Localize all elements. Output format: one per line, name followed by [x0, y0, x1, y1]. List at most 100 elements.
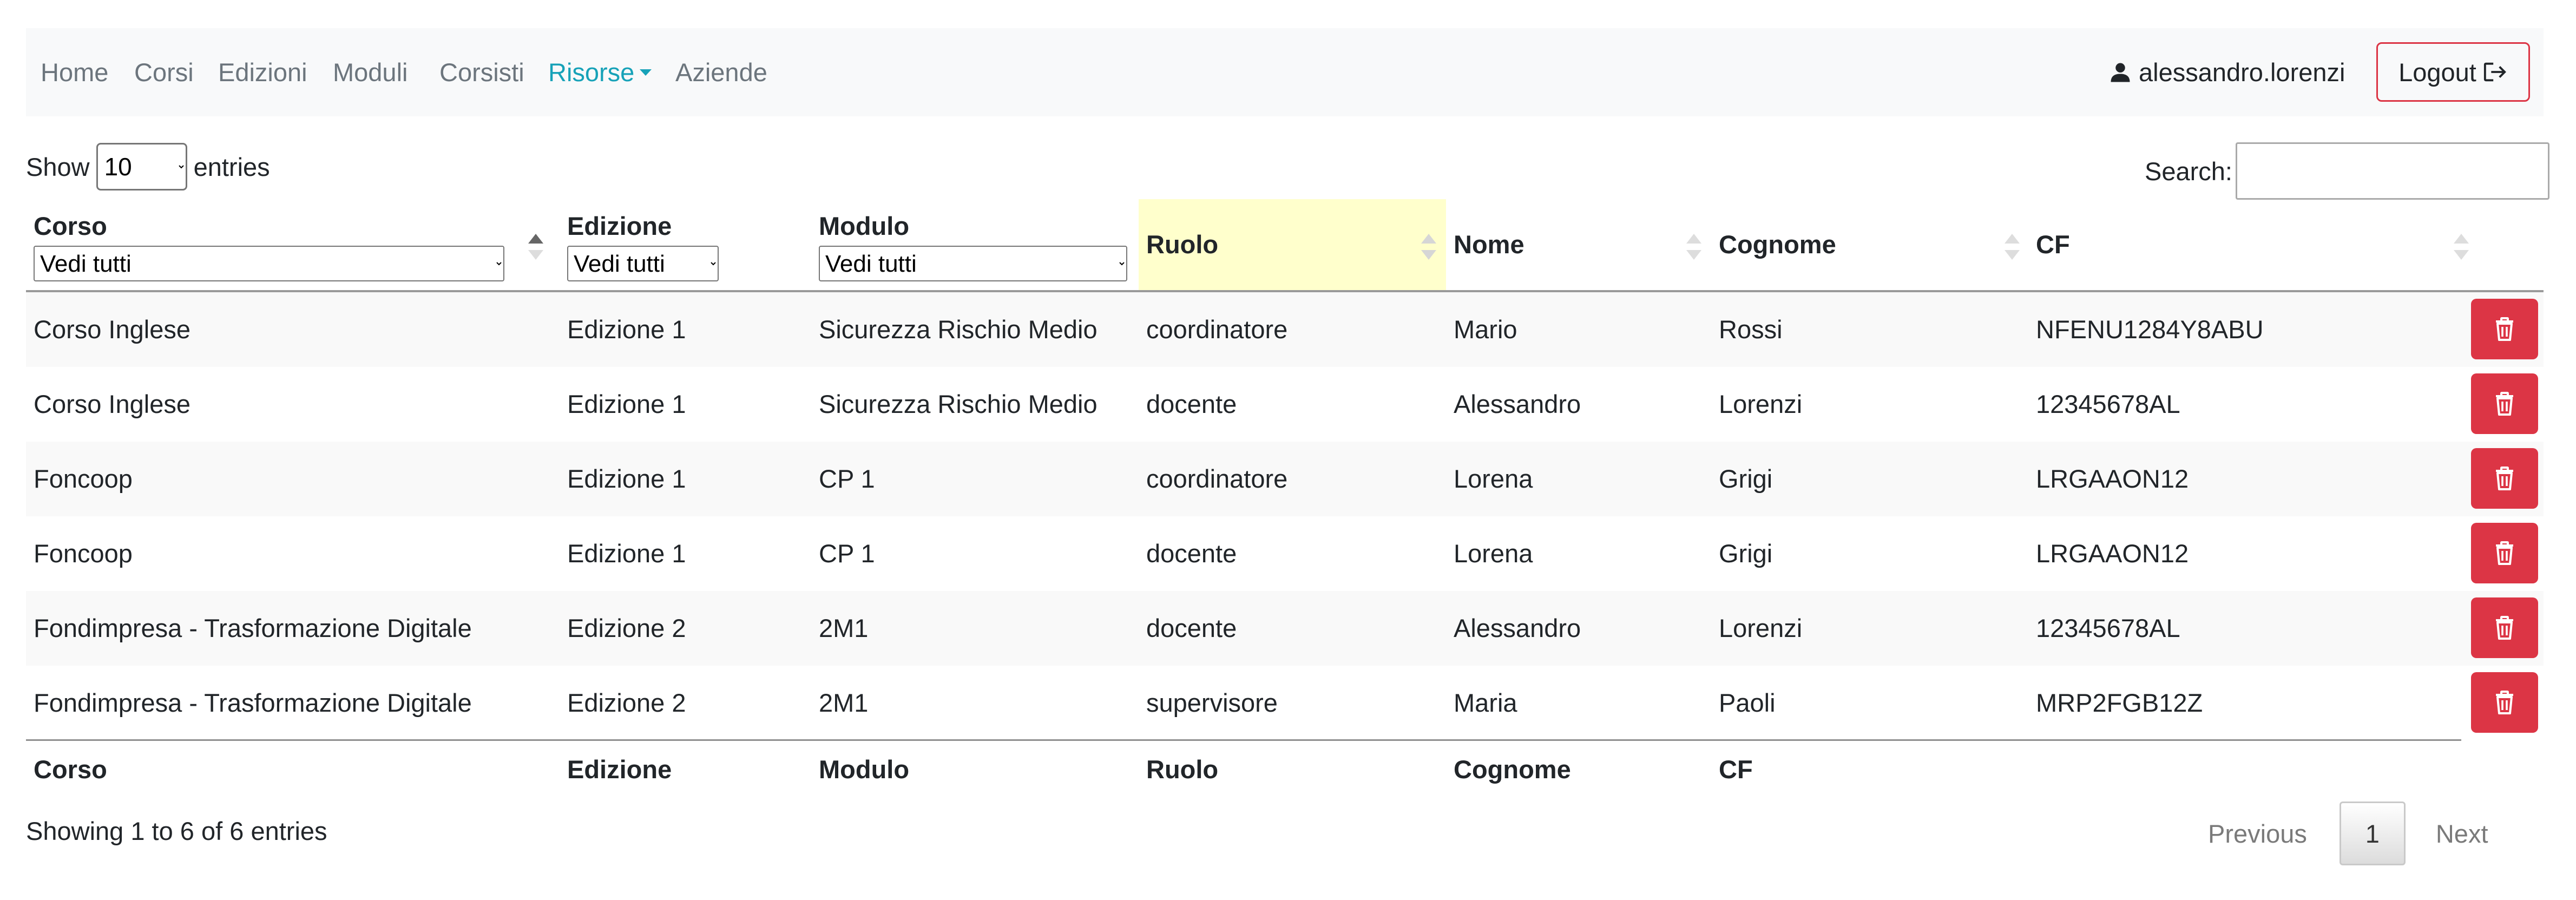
cell-cf: MRP2FGB12Z: [2036, 688, 2203, 717]
cell-modulo: CP 1: [819, 539, 875, 568]
sort-both-icon: [1686, 234, 1701, 260]
header-modulo-label: Modulo: [819, 212, 910, 240]
table-row: Corso Inglese Edizione 1 Sicurezza Risch…: [26, 367, 2544, 442]
username: alessandro.lorenzi: [2139, 58, 2345, 87]
cell-cognome: Grigi: [1719, 539, 1773, 568]
delete-button[interactable]: [2471, 597, 2538, 658]
cell-ruolo: docente: [1146, 390, 1237, 418]
cell-modulo: Sicurezza Rischio Medio: [819, 315, 1098, 344]
filter-modulo-select[interactable]: Vedi tutti: [819, 246, 1127, 281]
cell-cognome: Lorenzi: [1719, 614, 1803, 642]
cell-nome: Lorena: [1454, 464, 1533, 493]
header-edizione[interactable]: Edizione Vedi tutti: [560, 199, 811, 290]
user-info: alessandro.lorenzi: [2110, 28, 2345, 116]
navbar: Home Corsi Edizioni Moduli Corsisti Riso…: [26, 28, 2544, 116]
logout-label: Logout: [2398, 57, 2476, 87]
table-row: Fondimpresa - Trasformazione Digitale Ed…: [26, 591, 2544, 666]
body-divider: [26, 739, 2461, 741]
header-cognome[interactable]: Cognome: [1711, 199, 2028, 290]
header-cf[interactable]: CF: [2028, 199, 2472, 290]
footer-modulo: Modulo: [819, 755, 910, 784]
cell-nome: Lorena: [1454, 539, 1533, 568]
cell-cognome: Rossi: [1719, 315, 1783, 344]
nav-risorse-label: Risorse: [548, 58, 635, 87]
cell-nome: Maria: [1454, 688, 1517, 717]
trash-icon: [2496, 541, 2513, 565]
cell-ruolo: docente: [1146, 614, 1237, 642]
logout-button[interactable]: Logout: [2376, 42, 2530, 102]
nav-moduli[interactable]: Moduli: [333, 28, 408, 116]
table-row: Foncoop Edizione 1 CP 1 docente Lorena G…: [26, 516, 2544, 591]
nav-risorse-dropdown[interactable]: Risorse: [548, 28, 652, 116]
cell-ruolo: coordinatore: [1146, 315, 1288, 344]
cell-modulo: CP 1: [819, 464, 875, 493]
header-cf-label: CF: [2036, 230, 2070, 259]
cell-ruolo: supervisore: [1146, 688, 1278, 717]
nav-edizioni[interactable]: Edizioni: [218, 28, 307, 116]
cell-ruolo: coordinatore: [1146, 464, 1288, 493]
entries-per-page-select[interactable]: 10: [96, 143, 187, 190]
page-1-button[interactable]: 1: [2339, 802, 2406, 865]
cell-corso: Foncoop: [34, 464, 133, 493]
header-cognome-label: Cognome: [1719, 230, 1836, 259]
cell-edizione: Edizione 1: [567, 390, 686, 418]
logout-icon: [2483, 62, 2506, 82]
header-ruolo[interactable]: Ruolo: [1139, 199, 1446, 290]
cell-cognome: Grigi: [1719, 464, 1773, 493]
trash-icon: [2496, 467, 2513, 490]
delete-button[interactable]: [2471, 299, 2538, 359]
search-label: Search:: [2145, 156, 2232, 186]
table-header: Corso Vedi tutti Edizione Vedi tutti Mod…: [26, 199, 2544, 290]
sort-both-icon: [2005, 234, 2020, 260]
delete-button[interactable]: [2471, 523, 2538, 583]
nav-home[interactable]: Home: [41, 28, 108, 116]
header-corso[interactable]: Corso Vedi tutti: [26, 199, 551, 290]
header-edizione-label: Edizione: [567, 212, 672, 240]
footer-ruolo: Ruolo: [1146, 755, 1219, 784]
header-modulo[interactable]: Modulo Vedi tutti: [811, 199, 1139, 290]
cell-cf: 12345678AL: [2036, 390, 2180, 418]
cell-corso: Foncoop: [34, 539, 133, 568]
trash-icon: [2496, 392, 2513, 416]
footer-corso: Corso: [34, 755, 107, 784]
nav-corsi[interactable]: Corsi: [134, 28, 194, 116]
show-label: Show: [26, 152, 90, 181]
cell-nome: Mario: [1454, 315, 1517, 344]
footer-edizione: Edizione: [567, 755, 672, 784]
delete-button[interactable]: [2471, 672, 2538, 733]
header-nome[interactable]: Nome: [1446, 199, 1711, 290]
cell-nome: Alessandro: [1454, 614, 1581, 642]
search-input[interactable]: [2235, 142, 2549, 200]
cell-ruolo: docente: [1146, 539, 1237, 568]
delete-button[interactable]: [2471, 448, 2538, 509]
trash-icon: [2496, 616, 2513, 640]
entries-length-control: Show 10 entries: [26, 142, 270, 192]
trash-icon: [2496, 691, 2513, 714]
trash-icon: [2496, 317, 2513, 341]
caret-down-icon: [640, 69, 652, 76]
delete-button[interactable]: [2471, 373, 2538, 434]
cell-corso: Corso Inglese: [34, 390, 190, 418]
cell-edizione: Edizione 1: [567, 464, 686, 493]
previous-page-button[interactable]: Previous: [2208, 819, 2307, 849]
cell-modulo: Sicurezza Rischio Medio: [819, 390, 1098, 418]
nav-corsisti[interactable]: Corsisti: [439, 28, 524, 116]
header-ruolo-label: Ruolo: [1146, 230, 1219, 259]
cell-cf: LRGAAON12: [2036, 539, 2189, 568]
filter-corso-select[interactable]: Vedi tutti: [34, 246, 504, 281]
search-control: Search:: [2145, 142, 2549, 200]
user-icon: [2111, 63, 2130, 82]
table-row: Fondimpresa - Trasformazione Digitale Ed…: [26, 666, 2544, 740]
table-footer: Corso Edizione Modulo Ruolo Cognome CF: [26, 743, 2544, 797]
cell-corso: Fondimpresa - Trasformazione Digitale: [34, 614, 472, 642]
filter-edizione-select[interactable]: Vedi tutti: [567, 246, 719, 281]
sort-both-icon: [1421, 234, 1436, 260]
nav-aziende[interactable]: Aziende: [675, 28, 767, 116]
cell-cf: NFENU1284Y8ABU: [2036, 315, 2264, 344]
cell-corso: Fondimpresa - Trasformazione Digitale: [34, 688, 472, 717]
cell-edizione: Edizione 1: [567, 315, 686, 344]
footer-cf: CF: [1719, 755, 1753, 784]
cell-cognome: Lorenzi: [1719, 390, 1803, 418]
next-page-button[interactable]: Next: [2436, 819, 2488, 849]
footer-cognome: Cognome: [1454, 755, 1571, 784]
